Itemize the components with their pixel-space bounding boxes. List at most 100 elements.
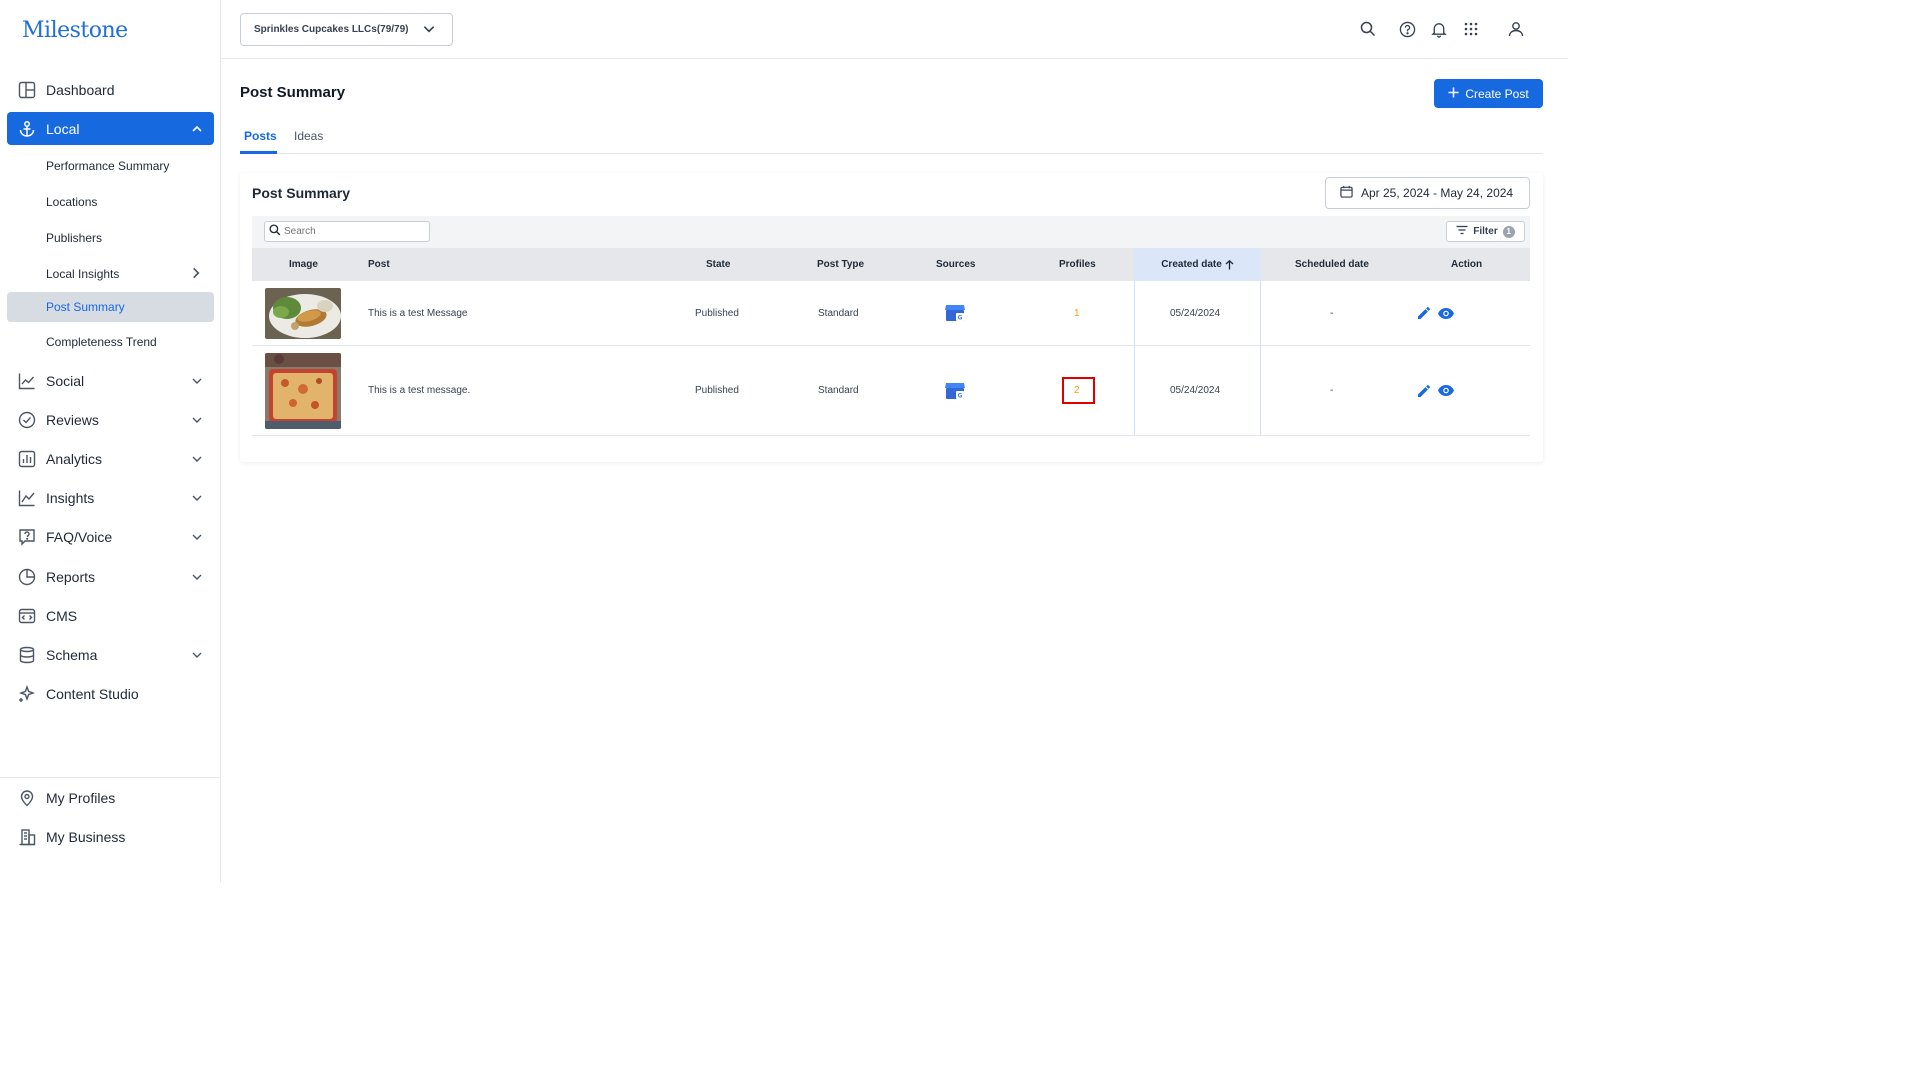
sidebar-item-faq-voice[interactable]: FAQ/Voice <box>7 520 214 553</box>
sidebar-item-my-business[interactable]: My Business <box>7 820 214 853</box>
code-window-icon <box>16 605 38 627</box>
sidebar-item-label: Insights <box>46 489 95 506</box>
created-date: 05/24/2024 <box>1170 307 1221 319</box>
filter-button[interactable]: Filter 1 <box>1446 221 1525 242</box>
sidebar-item-my-profiles[interactable]: My Profiles <box>7 781 214 814</box>
search-icon <box>269 223 281 241</box>
post-state: Published <box>695 307 739 319</box>
sidebar-subitem-local-insights[interactable]: Local Insights <box>7 259 214 289</box>
account-select[interactable]: Sprinkles Cupcakes LLCs(79/79) <box>240 13 453 46</box>
search-icon[interactable] <box>1358 19 1378 39</box>
date-range-value: Apr 25, 2024 - May 24, 2024 <box>1361 186 1514 200</box>
filter-label: Filter <box>1473 226 1498 237</box>
search-input[interactable] <box>284 226 424 237</box>
bar-chart-icon <box>16 448 38 470</box>
sidebar-item-reports[interactable]: Reports <box>7 560 214 593</box>
post-state: Published <box>695 385 739 396</box>
sidebar-item-social[interactable]: Social <box>7 364 214 397</box>
chevron-down-icon <box>189 529 205 545</box>
help-icon[interactable] <box>1397 19 1417 39</box>
svg-text:G: G <box>958 315 963 322</box>
milestone-logo[interactable]: Milestone <box>22 18 128 43</box>
sidebar-item-label: Social <box>46 372 85 389</box>
column-header-created-date[interactable]: Created date <box>1134 248 1261 281</box>
column-header-label: Created date <box>1161 259 1222 270</box>
database-icon <box>16 644 38 666</box>
table-header: Image Post State Post Type Sources Profi… <box>252 248 1530 281</box>
dashboard-icon <box>16 79 38 101</box>
chevron-down-icon <box>189 373 205 389</box>
calendar-icon <box>1340 185 1353 201</box>
sidebar-item-schema[interactable]: Schema <box>7 638 214 671</box>
sidebar-item-cms[interactable]: CMS <box>7 599 214 632</box>
post-image-thumbnail[interactable] <box>265 353 341 429</box>
apps-grid-icon[interactable] <box>1461 19 1481 39</box>
create-post-button[interactable]: Create Post <box>1434 79 1543 108</box>
source-cell: G <box>945 346 965 435</box>
sidebar-item-dashboard[interactable]: Dashboard <box>7 73 214 106</box>
filter-count-badge: 1 <box>1502 225 1515 238</box>
question-bubble-icon <box>16 526 38 548</box>
user-profile-icon[interactable] <box>1506 19 1526 39</box>
table-toolbar: Filter 1 <box>252 216 1530 248</box>
pie-chart-icon <box>16 566 38 588</box>
sidebar-subitem-locations[interactable]: Locations <box>7 187 214 217</box>
active-tab-indicator <box>240 151 277 154</box>
post-text[interactable]: This is a test Message <box>368 281 467 345</box>
action-cell <box>1417 346 1454 435</box>
location-pin-icon <box>16 787 38 809</box>
google-business-icon: G <box>945 382 965 400</box>
sidebar-item-label: Dashboard <box>46 81 115 98</box>
view-eye-icon[interactable] <box>1438 307 1454 319</box>
sidebar-item-label: FAQ/Voice <box>46 528 113 545</box>
google-business-icon: G <box>945 304 965 322</box>
profiles-count-link[interactable]: 1 <box>1074 281 1080 345</box>
column-header-action: Action <box>1451 259 1483 270</box>
search-box[interactable] <box>264 221 430 242</box>
date-range-picker[interactable]: Apr 25, 2024 - May 24, 2024 <box>1325 177 1530 209</box>
post-image-thumbnail[interactable] <box>265 288 341 339</box>
chevron-down-icon <box>189 412 205 428</box>
post-text[interactable]: This is a test message. <box>368 346 470 435</box>
filter-icon <box>1456 225 1468 238</box>
profiles-count-link[interactable]: 2 <box>1074 346 1080 435</box>
plus-icon <box>1448 87 1459 101</box>
sidebar-item-insights[interactable]: Insights <box>7 481 214 514</box>
sidebar-subitem-performance-summary[interactable]: Performance Summary <box>7 151 214 181</box>
column-header-post: Post <box>368 259 390 270</box>
sidebar-item-local[interactable]: Local <box>7 112 214 145</box>
chevron-down-icon <box>189 569 205 585</box>
chevron-up-icon <box>189 121 205 137</box>
app-root: Milestone Dashboard Local Performance Su… <box>0 0 1568 882</box>
created-date: 05/24/2024 <box>1170 385 1221 396</box>
notification-bell-icon[interactable] <box>1429 19 1449 39</box>
edit-pencil-icon[interactable] <box>1417 306 1431 320</box>
page-title: Post Summary <box>240 84 346 101</box>
tab-posts[interactable]: Posts <box>244 129 277 143</box>
sidebar-subitem-publishers[interactable]: Publishers <box>7 223 214 253</box>
sidebar-item-label: My Profiles <box>46 789 116 806</box>
sidebar-item-content-studio[interactable]: Content Studio <box>7 677 214 710</box>
sidebar-item-reviews[interactable]: Reviews <box>7 403 214 436</box>
sparkle-icon <box>16 683 38 705</box>
tab-bar: Posts Ideas <box>240 122 1543 154</box>
sidebar-subitem-post-summary[interactable]: Post Summary <box>7 292 214 322</box>
source-cell: G <box>945 281 965 345</box>
sidebar: Milestone Dashboard Local Performance Su… <box>0 0 221 882</box>
column-header-state: State <box>706 259 731 270</box>
edit-pencil-icon[interactable] <box>1417 384 1431 398</box>
column-header-scheduled-date: Scheduled date <box>1295 259 1369 270</box>
sidebar-item-analytics[interactable]: Analytics <box>7 442 214 475</box>
column-header-profiles: Profiles <box>1059 259 1096 270</box>
account-select-value: Sprinkles Cupcakes LLCs(79/79) <box>254 24 409 35</box>
table-row: This is a test message. Published Standa… <box>252 346 1530 436</box>
post-type: Standard <box>818 307 859 319</box>
sidebar-item-label: Content Studio <box>46 685 139 702</box>
chevron-down-icon <box>189 647 205 663</box>
sidebar-item-label: Local <box>46 120 80 137</box>
sidebar-subitem-completeness-trend[interactable]: Completeness Trend <box>7 327 214 357</box>
view-eye-icon[interactable] <box>1438 385 1454 396</box>
sidebar-subitem-label: Local Insights <box>46 267 120 281</box>
svg-text:G: G <box>958 392 963 399</box>
tab-ideas[interactable]: Ideas <box>294 129 323 143</box>
